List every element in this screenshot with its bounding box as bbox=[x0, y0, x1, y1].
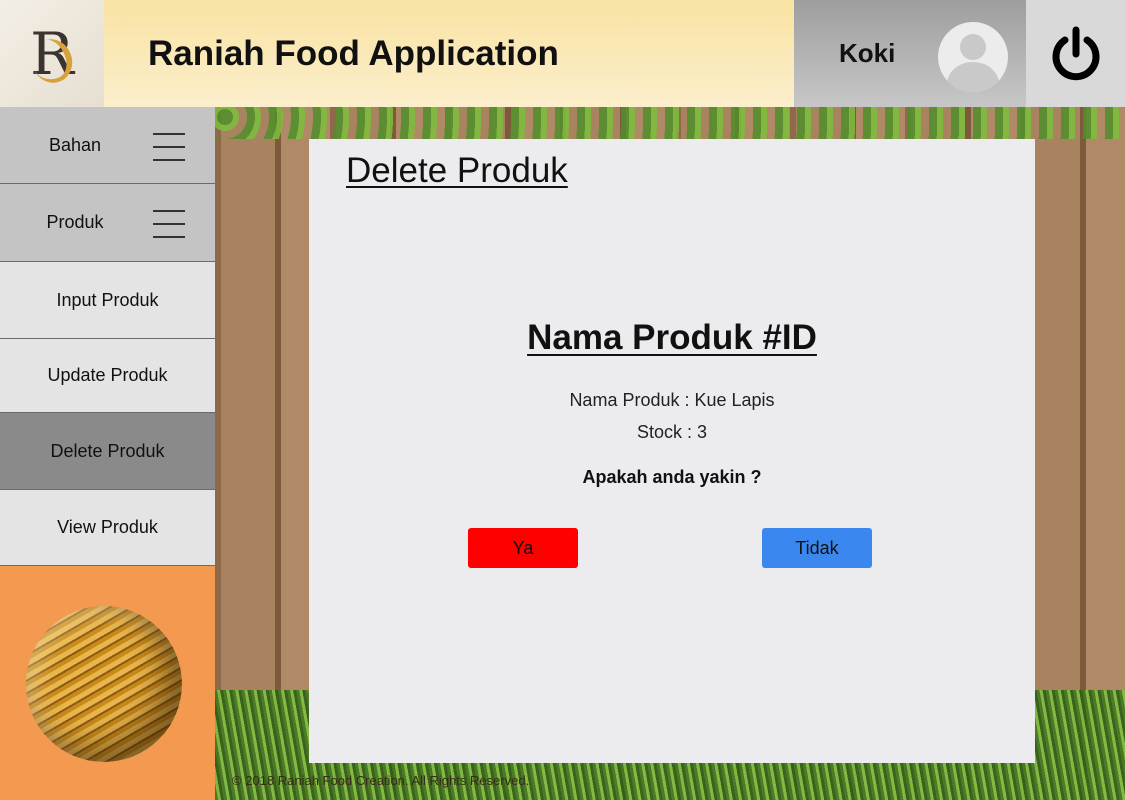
product-name-line: Nama Produk : Kue Lapis bbox=[569, 390, 775, 410]
avatar-icon[interactable] bbox=[938, 22, 1008, 92]
page-title: Delete Produk bbox=[346, 151, 568, 190]
header-title-bar: Raniah Food Application bbox=[104, 0, 794, 107]
sidebar-item-label: View Produk bbox=[57, 517, 158, 537]
footer-copyright: © 2018 Raniah Food Creation. All Rights … bbox=[232, 773, 530, 788]
sidebar-item-label: Update Produk bbox=[47, 365, 168, 385]
sidebar-item-input-produk[interactable]: Input Produk bbox=[0, 262, 215, 339]
sidebar-group-produk[interactable]: Produk bbox=[0, 184, 215, 262]
sidebar-item-delete-produk[interactable]: Delete Produk bbox=[0, 413, 215, 490]
stock-line: Stock : 3 bbox=[636, 422, 708, 442]
sidebar-item-view-produk[interactable]: View Produk bbox=[0, 490, 215, 566]
user-panel: Koki bbox=[794, 0, 1026, 107]
sidebar-group-bahan[interactable]: Bahan bbox=[0, 107, 215, 184]
confirm-question: Apakah anda yakin ? bbox=[582, 467, 762, 487]
sidebar-group-label: Bahan bbox=[48, 134, 102, 155]
user-name: Koki bbox=[839, 38, 896, 68]
app-logo: R bbox=[0, 0, 104, 107]
hamburger-icon bbox=[153, 133, 185, 161]
kue-lapis-image bbox=[26, 606, 182, 762]
logout-button[interactable] bbox=[1026, 0, 1125, 107]
app-title: Raniah Food Application bbox=[148, 33, 559, 73]
item-header: Nama Produk #ID bbox=[527, 318, 817, 357]
sidebar-group-label: Produk bbox=[46, 212, 104, 232]
sidebar-item-label: Delete Produk bbox=[50, 440, 165, 461]
sidebar-image-panel bbox=[0, 566, 215, 800]
leaves-decoration bbox=[215, 107, 1125, 139]
power-icon bbox=[1052, 26, 1099, 80]
hamburger-icon bbox=[153, 210, 185, 238]
no-button[interactable]: Tidak bbox=[762, 528, 872, 568]
sidebar-item-label: Input Produk bbox=[56, 289, 159, 310]
sidebar: Bahan Produk Input Produk Update Produk … bbox=[0, 107, 215, 800]
yes-button[interactable]: Ya bbox=[468, 528, 578, 568]
sidebar-item-update-produk[interactable]: Update Produk bbox=[0, 339, 215, 413]
content-panel: Delete Produk Nama Produk #ID Nama Produ… bbox=[309, 139, 1035, 763]
logo-icon: R bbox=[30, 19, 74, 88]
